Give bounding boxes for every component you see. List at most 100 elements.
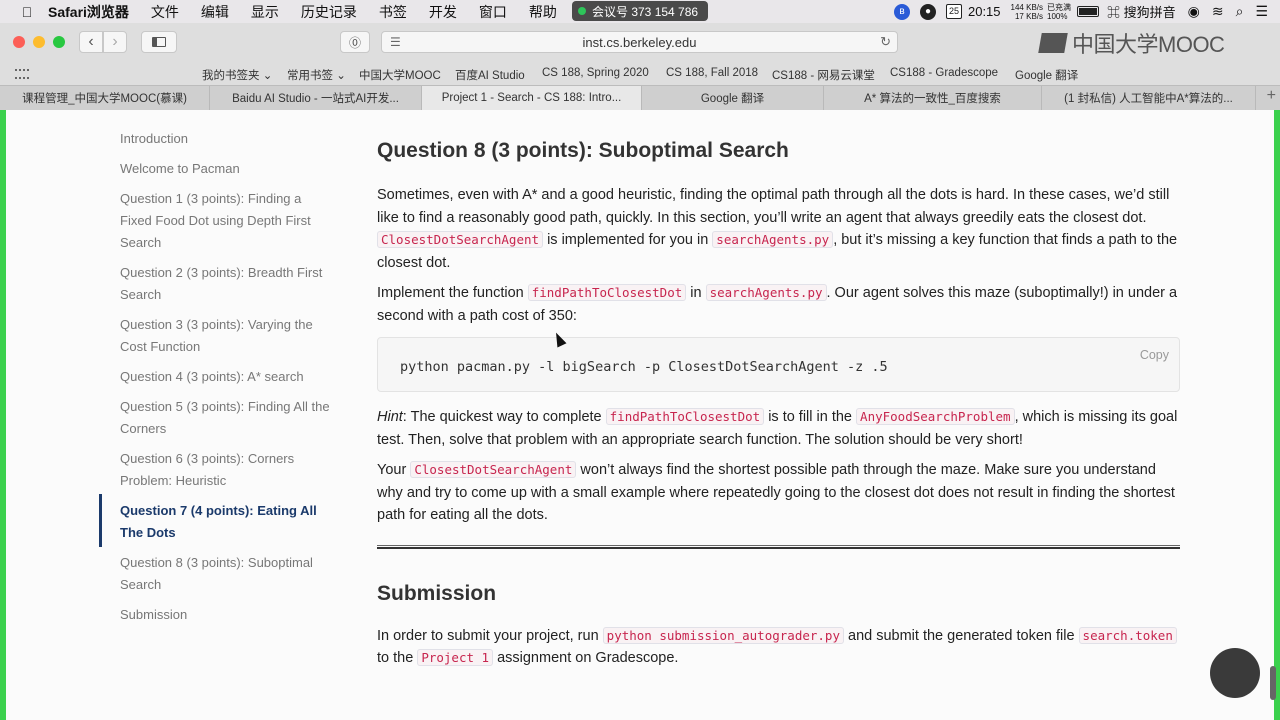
browser-toolbar: ‹ › ⓪ ☰ inst.cs.berkeley.edu ↻ 中国大学MOOC [0, 23, 1280, 63]
inline-code: findPathToClosestDot [527, 284, 687, 301]
window-close-button[interactable] [13, 36, 25, 48]
tab[interactable]: Google 翻译 [642, 86, 824, 110]
menu-history[interactable]: 历史记录 [301, 2, 357, 22]
window-zoom-button[interactable] [53, 36, 65, 48]
tab-label: Project 1 - Search - CS 188: Intro... [441, 92, 622, 104]
tab-active[interactable]: Project 1 - Search - CS 188: Intro... [422, 86, 642, 110]
tab-label: Baidu AI Studio - 一站式AI开发... [232, 93, 399, 105]
toc-link[interactable]: Question 8 (3 points): Suboptimal Search [120, 552, 335, 596]
menu-app-name[interactable]: Safari浏览器 [48, 2, 129, 22]
battery-text: 已充满 100% [1047, 3, 1071, 21]
obs-icon[interactable]: ● [919, 3, 936, 20]
reader-icon[interactable]: ☰ [390, 35, 401, 49]
reload-icon[interactable]: ↻ [880, 34, 891, 50]
toc-link[interactable]: Introduction [120, 128, 335, 150]
window-minimize-button[interactable] [33, 36, 45, 48]
clock-time[interactable]: 20:15 [968, 4, 1001, 19]
scrollbar-thumb[interactable] [1270, 666, 1276, 700]
menu-edit[interactable]: 编辑 [201, 2, 229, 22]
tab[interactable]: A* 算法的一致性_百度搜索 [824, 86, 1042, 110]
privacy-button[interactable]: ⓪ [340, 31, 370, 53]
menu-window[interactable]: 窗口 [479, 2, 507, 22]
tab[interactable]: (1 封私信) 人工智能中A*算法的... [1042, 86, 1256, 110]
sidebar-toggle-button[interactable] [141, 31, 177, 53]
eye-icon[interactable]: ◉ [1188, 3, 1200, 20]
back-button[interactable]: ‹ [79, 31, 103, 53]
menu-help[interactable]: 帮助 [529, 2, 557, 22]
bookmark-item[interactable]: CS188 - Gradescope [890, 67, 998, 79]
tab[interactable]: Baidu AI Studio - 一站式AI开发... [210, 86, 422, 110]
tab-label: 课程管理_中国大学MOOC(慕课) [22, 93, 187, 105]
inline-code: AnyFoodSearchProblem [856, 408, 1015, 425]
toc-link[interactable]: Question 4 (3 points): A* search [120, 366, 335, 388]
inline-code: searchAgents.py [705, 284, 827, 301]
battery-icon[interactable] [1077, 6, 1099, 17]
tab-bar: 课程管理_中国大学MOOC(慕课) Baidu AI Studio - 一站式A… [0, 85, 1280, 110]
hint-label: Hint [377, 409, 403, 425]
toc-link[interactable]: Welcome to Pacman [120, 158, 335, 180]
inline-code: search.token [1078, 626, 1177, 644]
menu-view[interactable]: 显示 [251, 2, 279, 22]
mooc-cap-icon [1038, 33, 1068, 53]
toc-link-active[interactable]: Question 7 (4 points): Eating All The Do… [120, 500, 335, 544]
screen-border-left [0, 110, 6, 720]
search-icon[interactable]: ⌕ [1236, 3, 1244, 20]
address-text: inst.cs.berkeley.edu [582, 34, 697, 50]
input-method-label: 搜狗拼音 [1123, 5, 1176, 20]
paragraph: Sometimes, even with A* and a good heuri… [377, 184, 1180, 274]
bookmark-item[interactable]: CS188 - 网易云课堂 [772, 67, 875, 83]
menu-develop[interactable]: 开发 [429, 2, 457, 22]
toc-link[interactable]: Question 1 (3 points): Finding a Fixed F… [120, 188, 335, 254]
section-title: Submission [377, 581, 497, 605]
toc-link[interactable]: Question 3 (3 points): Varying the Cost … [120, 314, 335, 358]
menu-file[interactable]: 文件 [151, 2, 179, 22]
mooc-watermark-text: 中国大学MOOC [1072, 32, 1225, 57]
forward-button[interactable]: › [103, 31, 127, 53]
input-method[interactable]: ⌘ 搜狗拼音 [1107, 2, 1176, 21]
paragraph: Implement the function findPathToClosest… [377, 282, 1180, 327]
paragraph: In order to submit your project, run pyt… [377, 625, 1180, 670]
bookmark-item[interactable]: 中国大学MOOC [359, 67, 441, 83]
address-bar[interactable]: ☰ inst.cs.berkeley.edu ↻ [381, 31, 898, 53]
tab[interactable]: 课程管理_中国大学MOOC(慕课) [0, 86, 210, 110]
control-center-icon[interactable]: ☰ [1255, 3, 1268, 20]
menu-bookmarks[interactable]: 书签 [379, 2, 407, 22]
toc-link[interactable]: Question 6 (3 points): Corners Problem: … [120, 448, 335, 492]
bookmark-item[interactable]: CS 188, Spring 2020 [542, 67, 649, 79]
toc-link[interactable]: Question 5 (3 points): Finding All the C… [120, 396, 335, 440]
apple-icon[interactable]:  [20, 4, 34, 20]
screen-border-right [1274, 110, 1280, 720]
bookmark-item[interactable]: CS 188, Fall 2018 [666, 67, 758, 79]
new-tab-button[interactable]: + [1267, 87, 1276, 105]
meeting-id-badge[interactable]: 会议号 373 154 786 [572, 1, 708, 21]
wifi-icon[interactable]: ≋ [1212, 3, 1224, 20]
bookmarks-bar: 我的书签夹 ⌄ 常用书签 ⌄ 中国大学MOOC 百度AI Studio CS 1… [0, 63, 1280, 85]
bookmark-item[interactable]: 我的书签夹 ⌄ [202, 67, 272, 83]
toc-link[interactable]: Question 2 (3 points): Breadth First Sea… [120, 262, 335, 306]
bookmark-item[interactable]: 常用书签 ⌄ [287, 67, 346, 83]
floating-action-button[interactable] [1210, 648, 1260, 698]
inline-code: ClosestDotSearchAgent [410, 461, 577, 478]
code-block[interactable]: python pacman.py -l bigSearch -p Closest… [377, 337, 1180, 392]
inline-code: ClosestDotSearchAgent [377, 231, 544, 248]
status-tray: ʙ ● 25 20:15 144 KB/s 17 KB/s 已充满 100% ⌘… [884, 0, 1280, 23]
bookmarks-grid-icon[interactable] [15, 69, 29, 79]
tab-label: A* 算法的一致性_百度搜索 [864, 93, 1001, 105]
inline-code: searchAgents.py [712, 231, 834, 248]
menu-bar:  Safari浏览器 文件 编辑 显示 历史记录 书签 开发 窗口 帮助 会议… [0, 0, 1280, 23]
toc-link[interactable]: Submission [120, 604, 335, 626]
table-of-contents: Introduction Welcome to Pacman Question … [120, 128, 335, 634]
calendar-date-icon[interactable]: 25 [945, 4, 962, 19]
section-divider [377, 544, 1180, 549]
bookmark-item[interactable]: 百度AI Studio [455, 67, 525, 83]
paragraph: Hint: The quickest way to complete findP… [377, 406, 1180, 451]
tab-label: (1 封私信) 人工智能中A*算法的... [1064, 93, 1233, 105]
section-title: Question 8 (3 points): Suboptimal Search [377, 139, 789, 162]
bluetooth-icon[interactable]: ʙ [893, 3, 910, 20]
meeting-id-text: 会议号 373 154 786 [592, 4, 699, 19]
inline-code: Project 1 [417, 649, 494, 666]
command-text: python pacman.py -l bigSearch -p Closest… [400, 359, 888, 375]
battery-percent: 100% [1047, 11, 1068, 21]
copy-button[interactable]: Copy [1140, 344, 1169, 367]
bookmark-item[interactable]: Google 翻译 [1015, 67, 1078, 83]
